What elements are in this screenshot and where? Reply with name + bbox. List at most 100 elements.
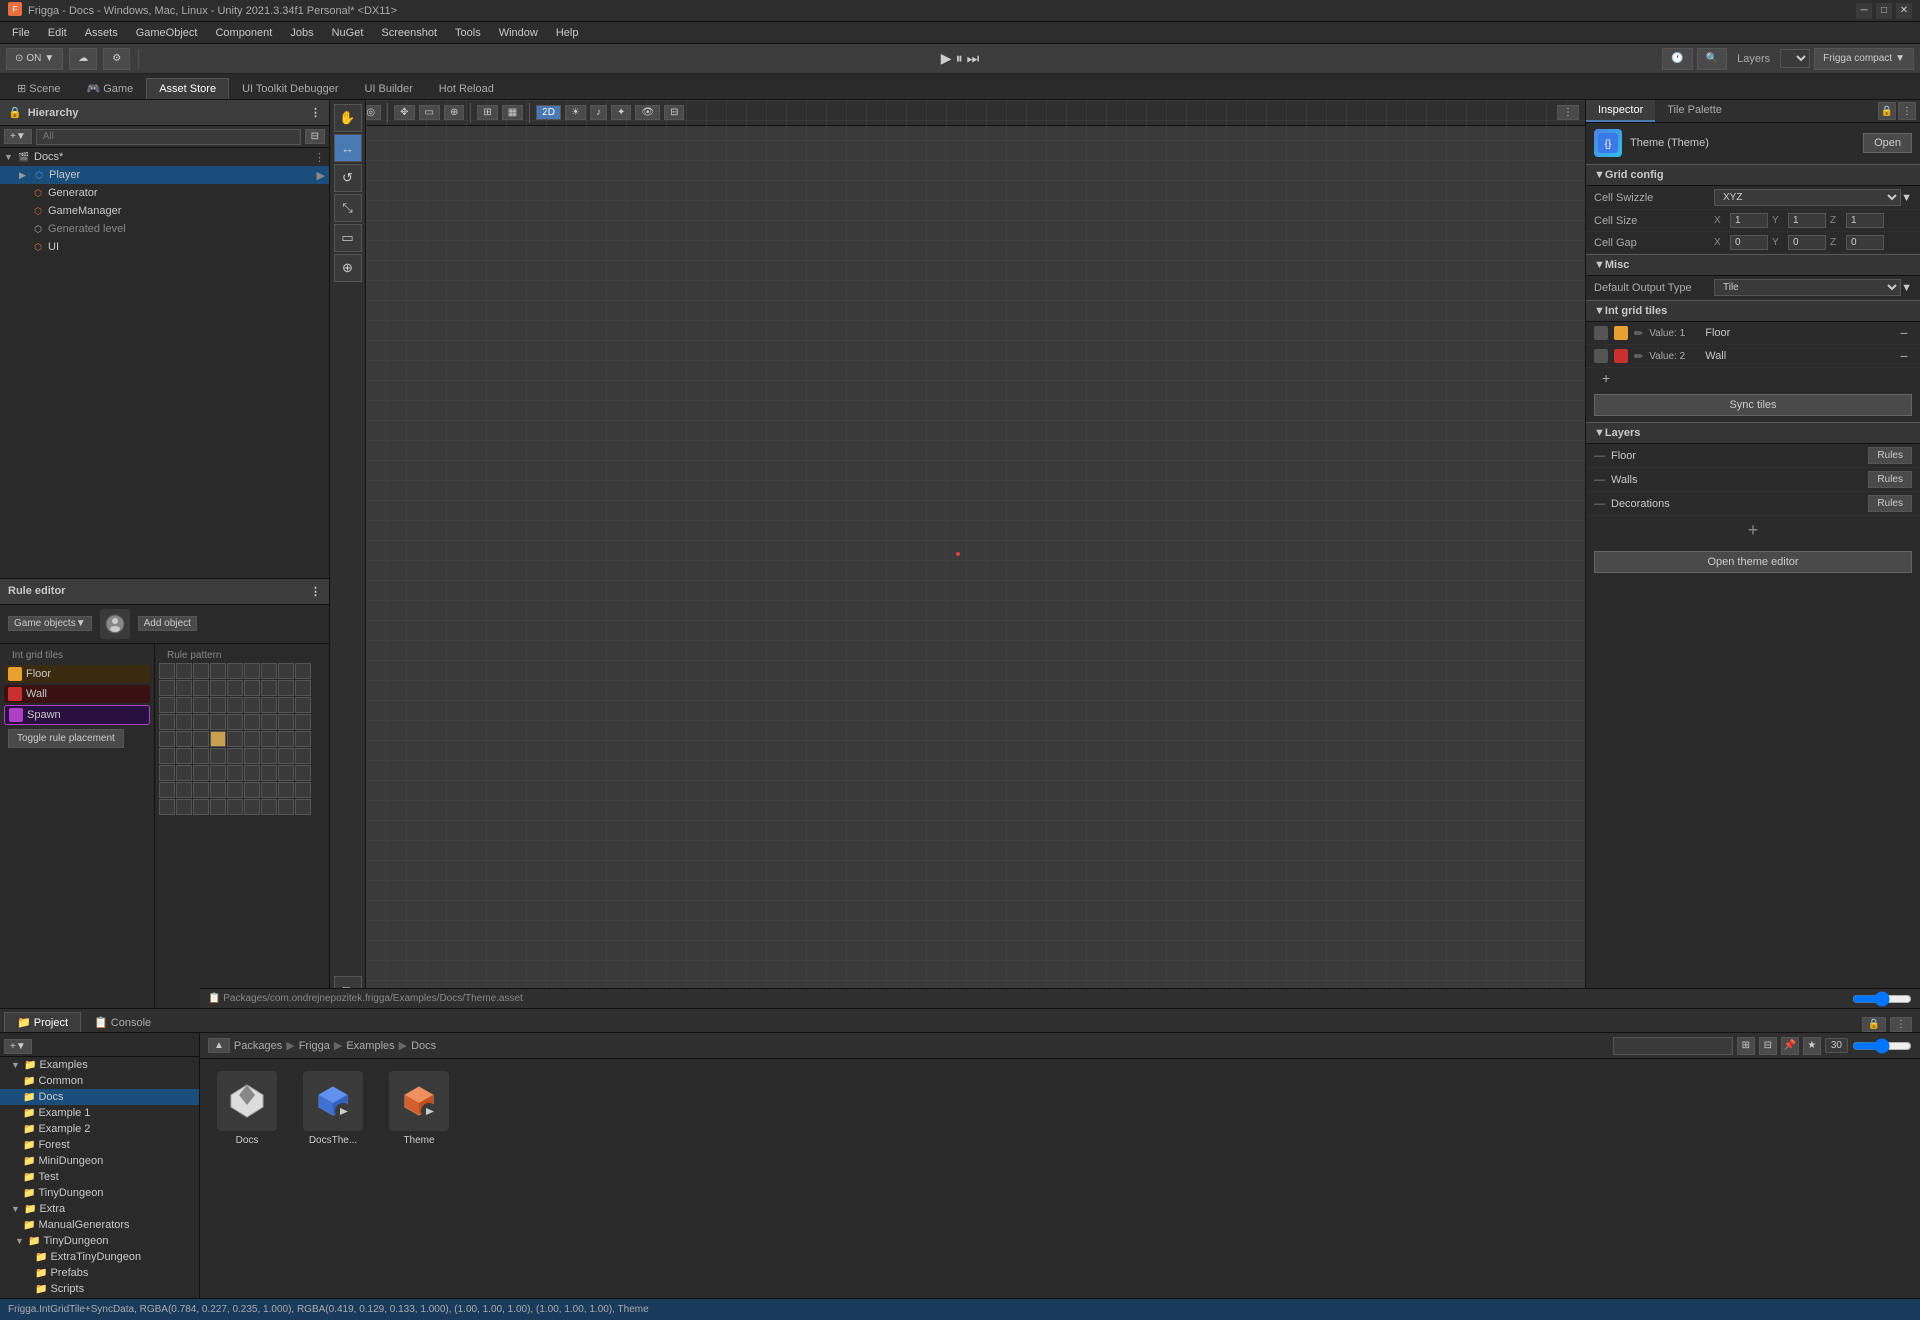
file-prefabs[interactable]: 📁 Prefabs [0, 1265, 199, 1281]
grid-cell[interactable] [295, 680, 311, 696]
hierarchy-filter-button[interactable]: ⊟ [305, 129, 325, 144]
wall-remove-button[interactable]: − [1896, 348, 1912, 364]
grid-cell[interactable] [244, 731, 260, 747]
history-button[interactable]: 🕐 [1662, 48, 1692, 70]
tab-project[interactable]: 📁 Project [4, 1012, 81, 1032]
grid-cell[interactable] [227, 782, 243, 798]
grid-cell[interactable] [278, 765, 294, 781]
grid-cell[interactable] [278, 782, 294, 798]
asset-star-button[interactable]: ★ [1803, 1037, 1821, 1055]
grid-cell[interactable] [278, 663, 294, 679]
grid-cell[interactable] [278, 714, 294, 730]
floor-remove-button[interactable]: − [1896, 325, 1912, 341]
grid-cell[interactable] [227, 714, 243, 730]
cell-size-z[interactable] [1846, 213, 1884, 228]
play-button[interactable]: ▶ [941, 50, 952, 67]
grid-cell[interactable] [295, 765, 311, 781]
tab-console[interactable]: 📋 Console [81, 1012, 164, 1032]
hand-tool[interactable]: ✋ [334, 104, 362, 132]
tile-spawn[interactable]: Spawn [4, 705, 150, 725]
grid-cell[interactable] [210, 748, 226, 764]
grid-cell[interactable] [295, 782, 311, 798]
rotate-tool[interactable]: ↺ [334, 164, 362, 192]
grid-cell[interactable] [193, 799, 209, 815]
grid-cell[interactable] [159, 765, 175, 781]
default-output-select[interactable]: Tile [1714, 279, 1901, 296]
close-button[interactable]: ✕ [1896, 3, 1912, 19]
grid-cell[interactable] [278, 697, 294, 713]
open-theme-editor-button[interactable]: Open theme editor [1594, 551, 1912, 573]
file-scripts[interactable]: 📁 Scripts [0, 1281, 199, 1297]
step-button[interactable]: ⏭ [967, 50, 980, 67]
grid-cell[interactable] [227, 799, 243, 815]
grid-cell[interactable] [176, 714, 192, 730]
minimize-button[interactable]: ─ [1856, 3, 1872, 19]
grid-cell[interactable] [159, 799, 175, 815]
file-manualgenerators[interactable]: 📁 ManualGenerators [0, 1217, 199, 1233]
grid-cell[interactable] [210, 697, 226, 713]
grid-cell[interactable] [176, 782, 192, 798]
hierarchy-item-generated-level[interactable]: ⬡ Generated level [0, 220, 329, 238]
menu-assets[interactable]: Assets [77, 25, 126, 41]
grid-cell[interactable] [210, 680, 226, 696]
inspector-lock[interactable]: 🔒 [1878, 102, 1896, 120]
frigga-compact-button[interactable]: Frigga compact ▼ [1814, 48, 1914, 70]
grid-cell[interactable] [244, 765, 260, 781]
menu-screenshot[interactable]: Screenshot [373, 25, 445, 41]
grid-cell[interactable] [159, 714, 175, 730]
menu-file[interactable]: File [4, 25, 38, 41]
tab-ui-toolkit[interactable]: UI Toolkit Debugger [229, 78, 351, 99]
custom-tool[interactable]: ⊕ [334, 254, 362, 282]
scale-tool[interactable]: ⤡ [334, 194, 362, 222]
grid-cell[interactable] [210, 714, 226, 730]
breadcrumb-docs[interactable]: Docs [411, 1040, 436, 1052]
file-example1[interactable]: 📁 Example 1 [0, 1105, 199, 1121]
grid-cell[interactable] [159, 748, 175, 764]
grid-cell[interactable] [227, 748, 243, 764]
grid-cell[interactable] [210, 765, 226, 781]
grid-cell[interactable] [176, 663, 192, 679]
floor-rules-button[interactable]: Rules [1868, 447, 1912, 464]
move-tool[interactable]: ↔ [334, 134, 362, 162]
grid-cell[interactable] [261, 799, 277, 815]
menu-edit[interactable]: Edit [40, 25, 75, 41]
rule-editor-menu[interactable]: ⋮ [310, 585, 321, 598]
breadcrumb-frigga[interactable]: Frigga [299, 1040, 330, 1052]
decorations-rules-button[interactable]: Rules [1868, 495, 1912, 512]
grid-cell[interactable] [295, 731, 311, 747]
cell-size-x[interactable] [1730, 213, 1768, 228]
grid-cell[interactable] [193, 714, 209, 730]
grid-cell[interactable] [193, 663, 209, 679]
grid-cell[interactable] [278, 748, 294, 764]
grid-cell[interactable] [193, 765, 209, 781]
floor-pencil-icon[interactable]: ✏ [1634, 327, 1643, 340]
grid-cell[interactable] [193, 731, 209, 747]
file-extra-tinydungeon[interactable]: ▼ 📁 TinyDungeon [0, 1233, 199, 1249]
grid-cell[interactable] [227, 697, 243, 713]
grid-cell[interactable] [295, 714, 311, 730]
menu-jobs[interactable]: Jobs [282, 25, 321, 41]
grid-cell[interactable] [295, 697, 311, 713]
cell-gap-x[interactable] [1730, 235, 1768, 250]
game-objects-dropdown[interactable]: Game objects▼ [8, 616, 92, 631]
grid-cell[interactable] [244, 663, 260, 679]
asset-theme[interactable]: Theme [384, 1071, 454, 1146]
cell-size-y[interactable] [1788, 213, 1826, 228]
pause-button[interactable]: ⏸ [956, 50, 963, 67]
grid-cell[interactable] [227, 663, 243, 679]
breadcrumb-packages[interactable]: Packages [234, 1040, 282, 1052]
tab-ui-builder[interactable]: UI Builder [351, 78, 425, 99]
file-forest[interactable]: 📁 Forest [0, 1137, 199, 1153]
asset-docs[interactable]: Docs [212, 1071, 282, 1146]
grid-cell[interactable] [278, 731, 294, 747]
cloud-button[interactable]: ☁ [69, 48, 97, 70]
grid-cell[interactable] [176, 748, 192, 764]
sync-tiles-button[interactable]: Sync tiles [1594, 394, 1912, 416]
tab-tile-palette[interactable]: Tile Palette [1655, 100, 1734, 122]
grid-cell[interactable] [261, 680, 277, 696]
grid-cell[interactable] [176, 731, 192, 747]
asset-pin-button[interactable]: 📌 [1781, 1037, 1799, 1055]
tab-scene[interactable]: ⊞ Scene [4, 77, 73, 99]
tab-asset-store[interactable]: Asset Store [146, 78, 229, 99]
grid-cell[interactable] [159, 697, 175, 713]
